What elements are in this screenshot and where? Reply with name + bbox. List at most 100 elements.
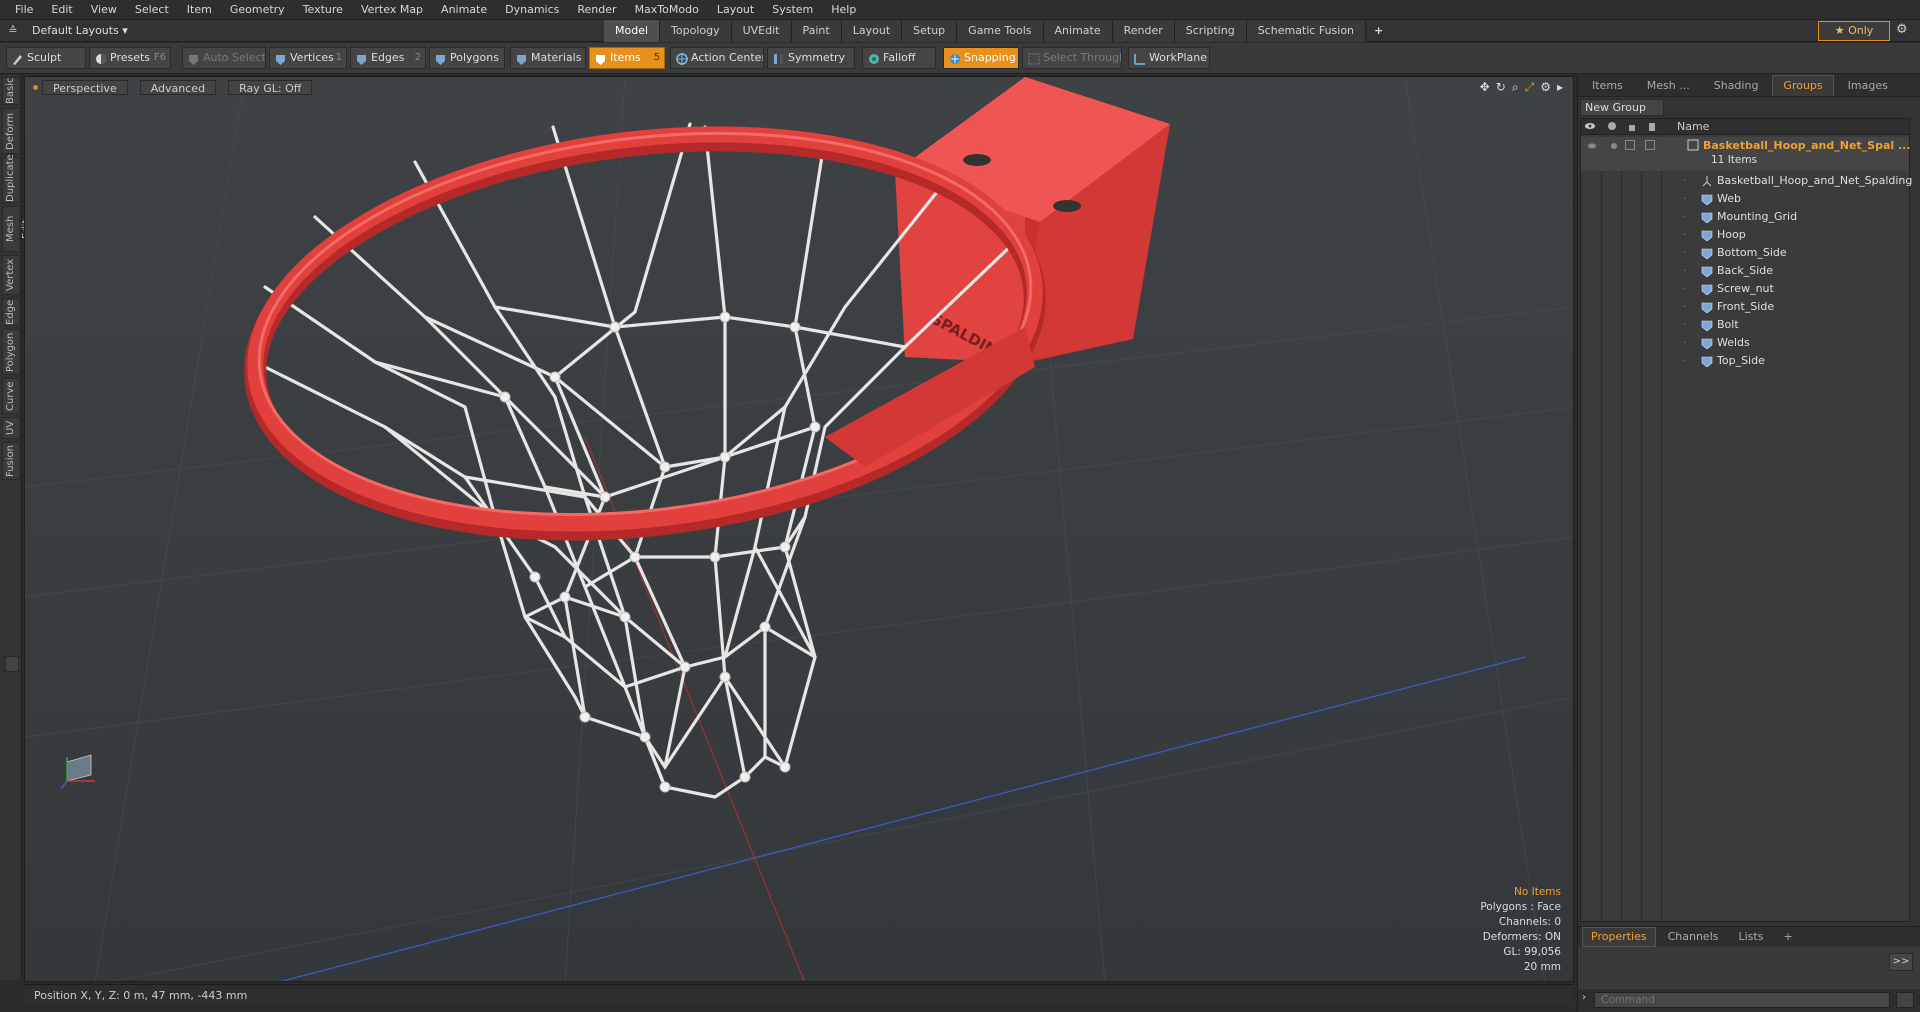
panel-tab-images[interactable]: Images [1838, 76, 1898, 96]
panel-tab-items[interactable]: Items [1582, 76, 1633, 96]
bottom-tab-channels[interactable]: Channels [1660, 928, 1727, 946]
polygons-button[interactable]: Polygons [429, 47, 505, 69]
left-tab-duplicate[interactable]: Duplicate [2, 154, 20, 203]
layout-tab-model[interactable]: Model [604, 20, 661, 42]
menu-item-file[interactable]: File [6, 0, 42, 20]
maximize-view-icon[interactable]: ⤢ [1525, 80, 1535, 95]
menu-item-layout[interactable]: Layout [708, 0, 763, 20]
group-item-row[interactable]: · Hoop [1581, 226, 1909, 244]
left-tab-mesh-edit[interactable]: Mesh Edit [2, 206, 32, 252]
menu-item-maxtomodo[interactable]: MaxToModo [626, 0, 708, 20]
falloff-button[interactable]: Falloff [862, 47, 936, 69]
menu-item-help[interactable]: Help [822, 0, 865, 20]
symmetry-button[interactable]: Symmetry [767, 47, 855, 69]
visibility-icon[interactable] [1585, 121, 1595, 131]
group-item-row[interactable]: · Basketball_Hoop_and_Net_Spalding [1581, 172, 1912, 190]
select-checkbox[interactable] [1645, 140, 1655, 150]
3d-viewport[interactable]: SPALDING Perspective Advanced Ray GL: Of… [24, 76, 1574, 982]
layout-tab-scripting[interactable]: Scripting [1174, 20, 1247, 42]
menu-item-system[interactable]: System [763, 0, 822, 20]
lock-checkbox[interactable] [1625, 140, 1635, 150]
menu-item-select[interactable]: Select [126, 0, 178, 20]
group-root-row[interactable]: Basketball_Hoop_and_Net_Spal ... 11 Items [1581, 137, 1911, 171]
left-tab-uv[interactable]: UV [2, 417, 20, 439]
edges-button[interactable]: Edges 2 [350, 47, 426, 69]
menu-item-render[interactable]: Render [568, 0, 625, 20]
group-item-row[interactable]: · Web [1581, 190, 1909, 208]
zoom-view-icon[interactable]: ⌕ [1512, 80, 1519, 95]
sculpt-button[interactable]: Sculpt [6, 47, 86, 69]
command-history-button[interactable] [1896, 992, 1914, 1008]
layout-tab-topology[interactable]: Topology [660, 20, 732, 42]
menu-item-vertex-map[interactable]: Vertex Map [352, 0, 432, 20]
materials-button[interactable]: Materials [510, 47, 586, 69]
viewport-arrow-icon[interactable]: ▸ [1557, 80, 1563, 95]
left-tab-edge[interactable]: Edge [2, 298, 20, 326]
layout-tab-schematic-fusion[interactable]: Schematic Fusion [1246, 20, 1367, 42]
panel-tab-shading[interactable]: Shading [1704, 76, 1769, 96]
only-button[interactable]: ★ Only [1818, 21, 1890, 41]
gear-icon[interactable]: ⚙ [1896, 22, 1908, 37]
group-item-row[interactable]: · Top_Side [1581, 352, 1909, 370]
expand-button[interactable]: >> [1889, 953, 1913, 971]
group-item-row[interactable]: · Mounting_Grid [1581, 208, 1909, 226]
menu-item-dynamics[interactable]: Dynamics [496, 0, 568, 20]
render-icon[interactable] [1609, 141, 1619, 151]
left-tab-polygon[interactable]: Polygon [2, 329, 20, 375]
add-bottom-tab-button[interactable]: + [1775, 928, 1800, 946]
menu-item-animate[interactable]: Animate [432, 0, 496, 20]
viewport-menu-dot[interactable] [33, 84, 38, 90]
advanced-dropdown[interactable]: Advanced [139, 79, 217, 95]
menu-item-view[interactable]: View [82, 0, 126, 20]
left-tab-basic[interactable]: Basic [2, 77, 20, 105]
left-panel-toggle[interactable] [5, 656, 19, 672]
viewport-settings-icon[interactable]: ⚙ [1540, 80, 1551, 95]
panel-tab-mesh[interactable]: Mesh ... [1637, 76, 1700, 96]
snapping-button[interactable]: Snapping [943, 47, 1019, 69]
select-lock-icon[interactable] [1647, 121, 1657, 131]
left-tab-curve[interactable]: Curve [2, 378, 20, 414]
group-item-row[interactable]: · Welds [1581, 334, 1909, 352]
menu-item-edit[interactable]: Edit [42, 0, 81, 20]
select-through-button[interactable]: Select Through [1022, 47, 1122, 69]
items-button[interactable]: Items 5 [589, 47, 665, 69]
auto-select-button[interactable]: Auto Select [182, 47, 266, 69]
layout-tab-render[interactable]: Render [1112, 20, 1175, 42]
group-item-row[interactable]: · Front_Side [1581, 298, 1909, 316]
layout-tab-setup[interactable]: Setup [902, 20, 958, 42]
menu-item-item[interactable]: Item [178, 0, 221, 20]
bottom-tab-properties[interactable]: Properties [1582, 926, 1656, 947]
move-view-icon[interactable]: ✥ [1480, 80, 1490, 95]
action-center-button[interactable]: Action Center [670, 47, 764, 69]
left-tab-fusion[interactable]: Fusion [2, 442, 20, 480]
menu-item-texture[interactable]: Texture [294, 0, 352, 20]
render-icon[interactable] [1607, 121, 1617, 131]
layout-tab-game-tools[interactable]: Game Tools [957, 20, 1044, 42]
layout-tab-animate[interactable]: Animate [1043, 20, 1113, 42]
view-mode-dropdown[interactable]: Perspective [42, 79, 128, 95]
layout-tab-paint[interactable]: Paint [791, 20, 842, 42]
layout-tab-uvedit[interactable]: UVEdit [731, 20, 792, 42]
panel-tab-groups[interactable]: Groups [1772, 75, 1834, 96]
left-tab-deform[interactable]: Deform [2, 108, 20, 154]
group-item-row[interactable]: · Back_Side [1581, 262, 1909, 280]
workplane-button[interactable]: WorkPlane [1128, 47, 1210, 69]
layout-collapse-icon[interactable]: ≙ [0, 24, 26, 37]
bottom-tab-lists[interactable]: Lists [1731, 928, 1772, 946]
presets-button[interactable]: Presets F6 [89, 47, 171, 69]
menu-item-geometry[interactable]: Geometry [221, 0, 294, 20]
default-layouts-dropdown[interactable]: Default Layouts ▾ [26, 24, 146, 37]
command-input[interactable] [1594, 992, 1890, 1008]
rotate-view-icon[interactable]: ↻ [1496, 80, 1506, 95]
group-item-row[interactable]: · Screw_nut [1581, 280, 1909, 298]
lock-icon[interactable] [1627, 121, 1637, 131]
new-group-button[interactable]: New Group [1580, 99, 1664, 116]
raygl-toggle[interactable]: Ray GL: Off [228, 79, 313, 95]
layout-tab-layout[interactable]: Layout [841, 20, 903, 42]
add-layout-tab-button[interactable]: + [1366, 20, 1391, 42]
vertices-button[interactable]: Vertices 1 [269, 47, 347, 69]
group-item-row[interactable]: · Bolt [1581, 316, 1909, 334]
group-item-row[interactable]: · Bottom_Side [1581, 244, 1909, 262]
left-tab-vertex[interactable]: Vertex [2, 255, 20, 295]
visibility-icon[interactable] [1587, 141, 1597, 151]
